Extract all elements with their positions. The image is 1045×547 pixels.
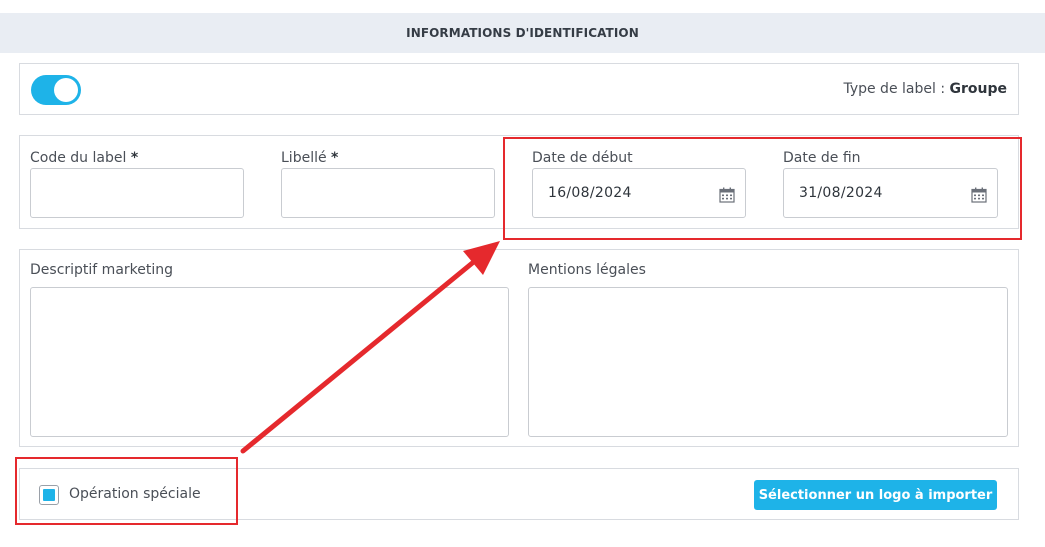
code-label-input[interactable] [30, 168, 244, 218]
libelle-label: Libellé * [281, 150, 338, 166]
label-type-panel: Type de label : Groupe [19, 63, 1019, 115]
select-logo-button[interactable]: Sélectionner un logo à importer [754, 480, 997, 510]
code-label-text: Code du label [30, 150, 127, 166]
dates-highlight-box [503, 137, 1022, 240]
code-label-label: Code du label * [30, 150, 138, 166]
libelle-input[interactable] [281, 168, 495, 218]
section-title: INFORMATIONS D'IDENTIFICATION [0, 13, 1045, 53]
required-mark: * [130, 150, 139, 166]
toggle-knob [54, 78, 78, 102]
libelle-text: Libellé [281, 150, 327, 166]
descriptif-label: Descriptif marketing [30, 262, 174, 278]
mentions-label: Mentions légales [528, 262, 646, 278]
checkbox-highlight-box [15, 457, 238, 525]
label-toggle[interactable] [31, 75, 81, 105]
mentions-textarea[interactable] [528, 287, 1008, 437]
descriptif-textarea[interactable] [30, 287, 509, 437]
label-type-text: Type de label : Groupe [843, 81, 1007, 97]
label-type-value: Groupe [949, 81, 1008, 97]
label-type-prefix: Type de label : [843, 81, 950, 97]
required-mark: * [331, 150, 339, 166]
